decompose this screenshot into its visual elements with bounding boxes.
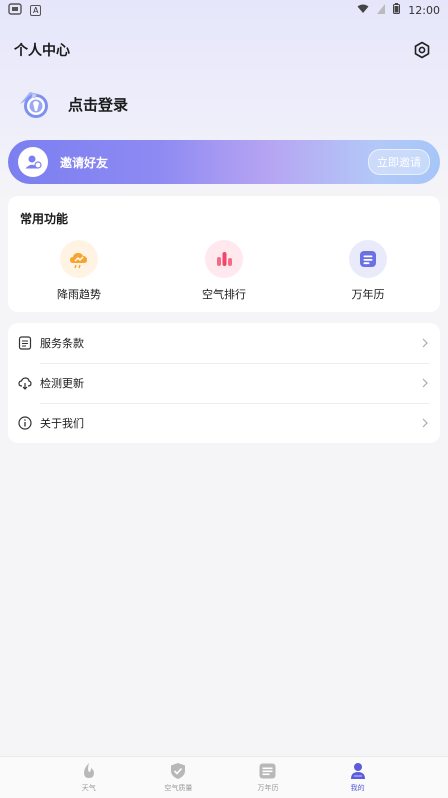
function-label: 空气排行	[202, 288, 246, 301]
document-icon	[18, 336, 32, 350]
nav-tab-weather[interactable]: 天气	[44, 757, 134, 798]
rain-trend-icon	[60, 240, 98, 278]
nav-tab-mine[interactable]: 我的	[313, 757, 403, 798]
user-icon	[349, 762, 367, 780]
status-bar: A 12:00	[0, 0, 448, 20]
weather-icon	[80, 762, 98, 780]
air-ranking-icon	[205, 240, 243, 278]
info-icon	[18, 416, 32, 430]
nav-label: 我的	[350, 784, 365, 792]
page-title: 个人中心	[14, 43, 70, 59]
function-label: 万年历	[351, 288, 385, 301]
chevron-right-icon	[420, 418, 430, 428]
calendar-nav-icon	[259, 762, 277, 780]
notification-badge: A	[30, 4, 42, 16]
signal-icon	[377, 3, 386, 17]
invite-text: 邀请好友	[60, 155, 109, 170]
common-functions-card: 常用功能 降雨趋势 空气排行 万年历	[8, 196, 440, 312]
cloud-update-icon	[18, 376, 32, 390]
settings-icon[interactable]	[410, 38, 434, 62]
app-logo-icon	[8, 2, 22, 18]
function-rain-trend[interactable]: 降雨趋势	[39, 240, 119, 302]
invite-banner[interactable]: 邀请好友 立即邀请	[8, 140, 440, 184]
menu-item-terms[interactable]: 服务条款	[8, 323, 440, 363]
nav-tab-air-quality[interactable]: 空气质量	[134, 757, 224, 798]
menu-item-label: 关于我们	[40, 417, 84, 430]
settings-menu: 服务条款 检测更新 关于我们	[8, 323, 440, 443]
menu-item-check-update[interactable]: 检测更新	[8, 363, 440, 403]
nav-label: 空气质量	[164, 784, 193, 792]
nav-tab-calendar[interactable]: 万年历	[223, 757, 313, 798]
battery-icon	[393, 3, 401, 17]
menu-item-label: 检测更新	[40, 377, 84, 390]
shield-icon	[169, 762, 187, 780]
wifi-icon	[357, 4, 369, 17]
nav-label: 天气	[81, 784, 96, 792]
chevron-right-icon	[420, 338, 430, 348]
status-time: 12:00	[408, 3, 440, 17]
function-air-ranking[interactable]: 空气排行	[184, 240, 264, 302]
menu-item-label: 服务条款	[40, 337, 84, 350]
menu-item-about[interactable]: 关于我们	[8, 403, 440, 443]
function-calendar[interactable]: 万年历	[328, 240, 408, 302]
invite-now-button[interactable]: 立即邀请	[368, 149, 430, 175]
login-section[interactable]: 点击登录	[14, 84, 128, 124]
avatar[interactable]	[14, 84, 54, 124]
nav-label: 万年历	[257, 784, 279, 792]
login-text[interactable]: 点击登录	[68, 94, 128, 115]
functions-title: 常用功能	[20, 212, 69, 226]
bottom-navigation: 天气 空气质量 万年历 我的	[0, 756, 448, 798]
chevron-right-icon	[420, 378, 430, 388]
function-label: 降雨趋势	[57, 288, 101, 301]
calendar-icon	[349, 240, 387, 278]
page-header: 个人中心	[14, 38, 434, 62]
invite-user-icon	[18, 147, 48, 177]
